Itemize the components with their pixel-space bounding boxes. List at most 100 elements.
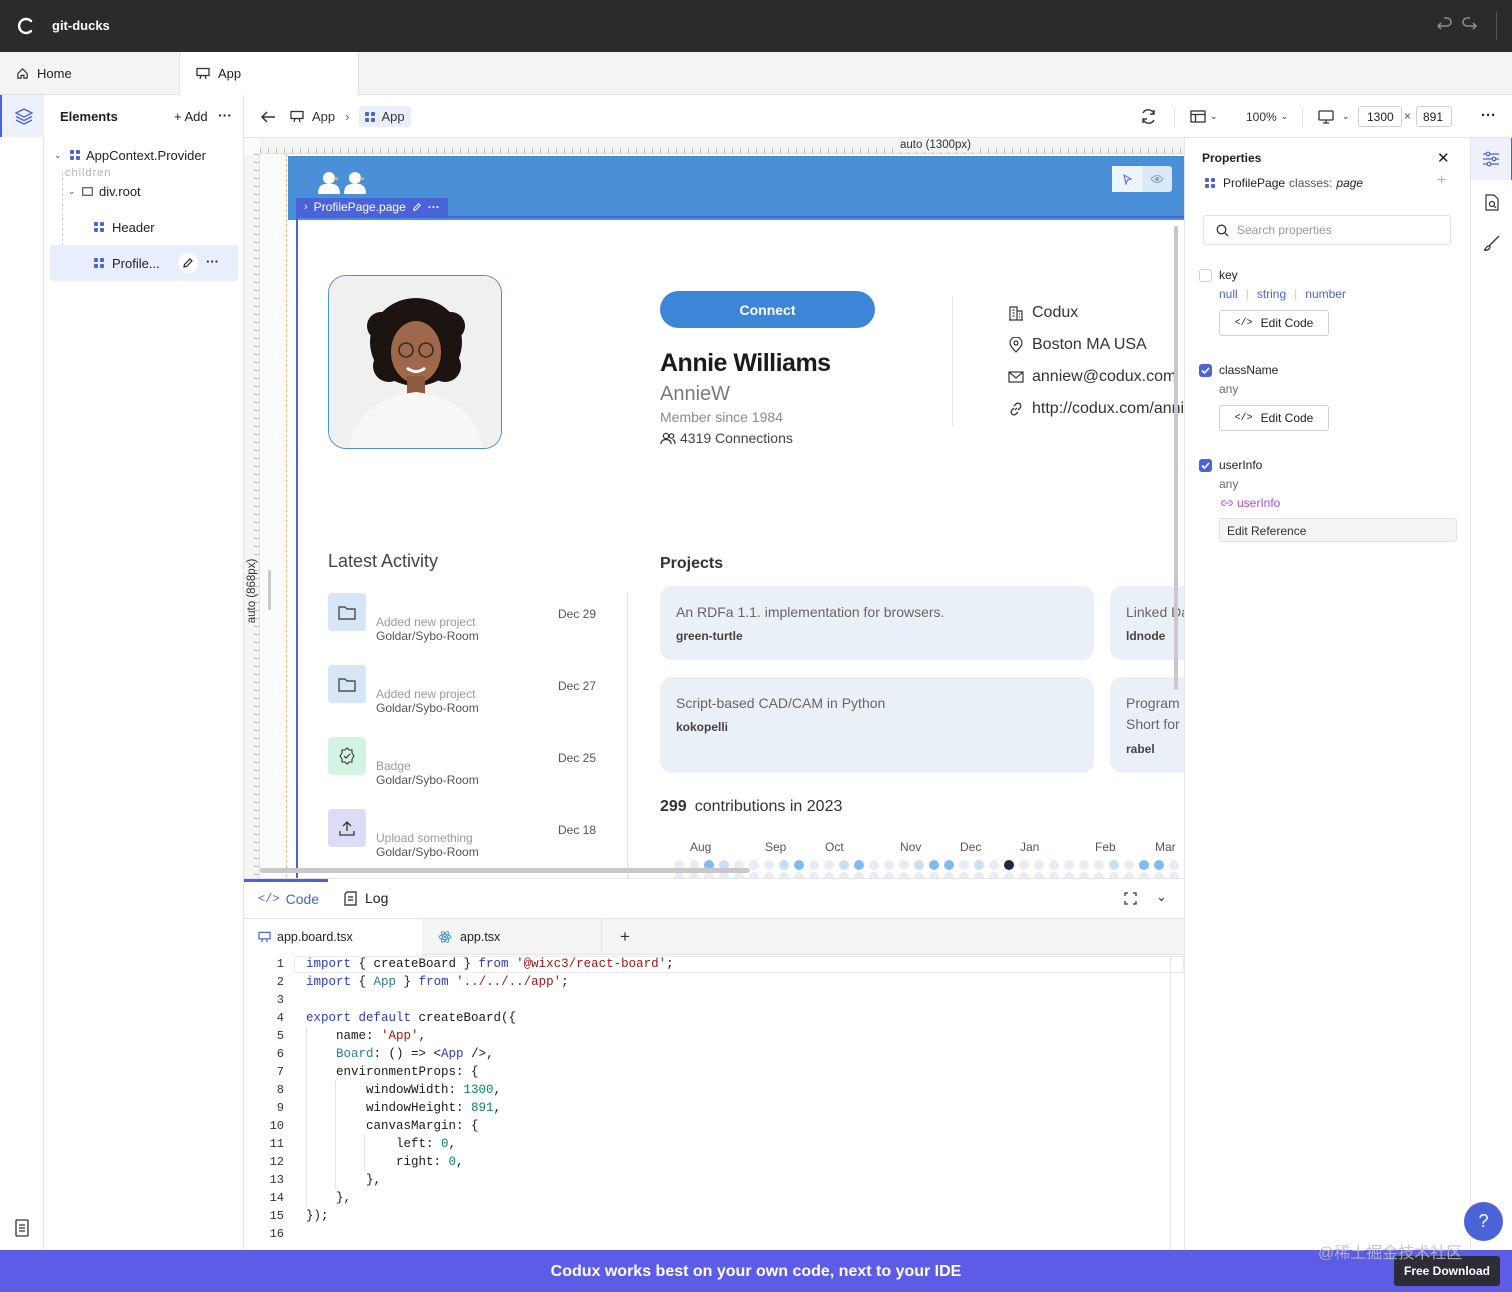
tab-app[interactable]: App [180, 52, 359, 95]
eye-icon[interactable] [1142, 166, 1172, 192]
codux-logo-icon[interactable] [16, 16, 36, 36]
canvas-height-input[interactable]: 891 [1416, 106, 1452, 127]
contribution-cell[interactable] [1124, 860, 1134, 870]
contribution-cell[interactable] [1094, 860, 1104, 870]
edit-pencil-icon[interactable] [412, 202, 422, 212]
close-icon[interactable]: ✕ [1437, 149, 1450, 167]
more-icon[interactable]: ··· [1481, 107, 1496, 124]
contribution-cell[interactable] [869, 860, 879, 870]
device-select[interactable]: ⌄ [1318, 95, 1350, 138]
project-card[interactable]: Program Short for rabel [1110, 677, 1184, 773]
refresh-icon[interactable] [1140, 95, 1157, 138]
selection-label[interactable]: › ProfilePage.page ··· [296, 198, 448, 216]
more-icon[interactable]: ··· [218, 107, 232, 123]
contribution-cell[interactable] [764, 860, 774, 870]
breadcrumb-item-board[interactable]: App [312, 109, 335, 124]
contribution-cell[interactable] [1049, 860, 1059, 870]
tree-item-div-root[interactable]: ⌄ div.root [66, 173, 238, 209]
contribution-cell[interactable] [1019, 860, 1029, 870]
canvas-width-input[interactable]: 1300 [1358, 106, 1402, 127]
line-number: 11 [269, 1137, 284, 1151]
properties-tab-button[interactable] [1471, 138, 1512, 180]
horizontal-scrollbar[interactable] [260, 868, 750, 873]
contribution-cell[interactable] [974, 860, 984, 870]
document-icon[interactable] [14, 1219, 30, 1237]
contact-email[interactable]: anniew@codux.com [1008, 361, 1176, 393]
contribution-cell[interactable] [794, 860, 804, 870]
type-number[interactable]: number [1305, 287, 1346, 301]
file-tab-app[interactable]: app.tsx [424, 919, 602, 955]
chevron-down-icon[interactable]: ⌄ [54, 150, 66, 161]
add-class-icon[interactable]: + [1437, 172, 1446, 190]
tab-code[interactable]: </> Code [258, 891, 319, 907]
contribution-cell[interactable] [1109, 860, 1119, 870]
more-icon[interactable]: ··· [206, 254, 219, 269]
classname-edit-code-button[interactable]: </> Edit Code [1219, 405, 1329, 431]
contact-website[interactable]: http://codux.com/annie [1008, 393, 1184, 425]
contribution-cell[interactable] [824, 860, 834, 870]
contribution-cell[interactable] [944, 860, 954, 870]
help-button[interactable]: ? [1464, 1202, 1503, 1241]
contribution-cell[interactable] [1154, 860, 1164, 870]
search-properties-input[interactable]: Search properties [1203, 215, 1451, 245]
tab-log[interactable]: Log [344, 890, 388, 906]
contribution-cell[interactable] [809, 860, 819, 870]
chevron-down-icon[interactable]: ⌄ [68, 186, 80, 197]
add-element-button[interactable]: + Add [174, 109, 208, 124]
vertical-scrollbar[interactable] [1174, 226, 1178, 690]
preview-mode-toggle[interactable] [1112, 166, 1172, 192]
contribution-cell[interactable] [854, 860, 864, 870]
layers-button[interactable] [0, 95, 44, 137]
code-editor[interactable]: 1 2 3 4 5 6 7 8 9 10 11 12 13 14 15 16 import { createB… [244, 955, 1184, 1251]
contribution-cell[interactable] [1169, 860, 1179, 870]
contribution-cell[interactable] [749, 860, 759, 870]
key-edit-code-button[interactable]: </> Edit Code [1219, 310, 1329, 336]
contribution-cell[interactable] [884, 860, 894, 870]
classname-checkbox[interactable] [1199, 364, 1212, 377]
connect-button[interactable]: Connect [660, 291, 875, 328]
type-null[interactable]: null [1219, 287, 1238, 301]
contribution-cell[interactable] [989, 860, 999, 870]
file-tab-board[interactable]: app.board.tsx [244, 919, 422, 955]
project-title[interactable]: git-ducks [52, 18, 110, 33]
more-icon[interactable]: ··· [428, 200, 440, 214]
contribution-cell[interactable] [839, 860, 849, 870]
contribution-cell[interactable] [914, 860, 924, 870]
contribution-cell[interactable] [1139, 860, 1149, 870]
contribution-cell[interactable] [959, 860, 969, 870]
undo-icon[interactable] [1436, 16, 1454, 34]
edit-pencil-icon[interactable] [178, 253, 198, 273]
contribution-cell[interactable] [1064, 860, 1074, 870]
contribution-cell[interactable] [1079, 860, 1089, 870]
project-card[interactable]: Linked Data ldnode [1110, 586, 1184, 660]
tree-item-header[interactable]: Header [94, 209, 238, 245]
breadcrumb-item-component[interactable]: App [359, 106, 411, 127]
edit-reference-button[interactable]: Edit Reference [1219, 518, 1457, 542]
contribution-cell[interactable] [1004, 860, 1014, 870]
resize-handle-left[interactable] [268, 570, 271, 610]
editor-scroll-track[interactable] [1170, 955, 1171, 1251]
file-search-icon[interactable] [1483, 194, 1501, 212]
back-arrow-icon[interactable] [260, 95, 276, 138]
layout-menu-button[interactable]: ⌄ [1190, 95, 1218, 138]
userinfo-reference[interactable]: userInfo [1221, 496, 1280, 510]
code-line: }, [306, 1173, 382, 1187]
zoom-select[interactable]: 100% ⌄ [1246, 95, 1288, 138]
project-card[interactable]: An RDFa 1.1. implementation for browsers… [660, 586, 1094, 660]
tab-home[interactable]: Home [0, 52, 180, 94]
contribution-cell[interactable] [779, 860, 789, 870]
select-cursor-icon[interactable] [1112, 166, 1142, 192]
contribution-cell[interactable] [929, 860, 939, 870]
maximize-icon[interactable] [1124, 892, 1137, 905]
brush-icon[interactable] [1483, 234, 1501, 252]
project-card[interactable]: Script-based CAD/CAM in Python kokopelli [660, 677, 1094, 773]
collapse-chevron-icon[interactable]: ⌄ [1156, 889, 1167, 905]
add-tab-icon[interactable]: + [620, 927, 630, 947]
type-string[interactable]: string [1257, 287, 1286, 301]
tree-item-profile-page[interactable]: Profile... ··· [50, 245, 238, 281]
redo-icon[interactable] [1460, 16, 1478, 34]
contribution-cell[interactable] [899, 860, 909, 870]
contribution-cell[interactable] [1034, 860, 1044, 870]
userinfo-checkbox[interactable] [1199, 459, 1212, 472]
key-checkbox[interactable] [1199, 269, 1212, 282]
